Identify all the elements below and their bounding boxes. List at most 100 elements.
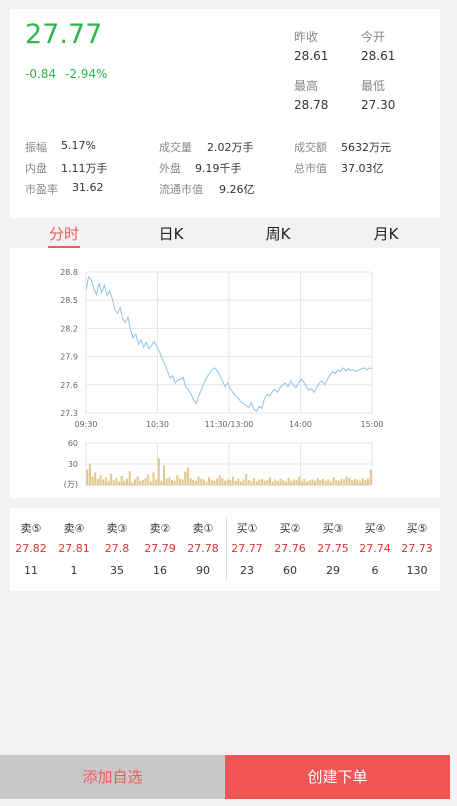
tab-daily-k[interactable]: 日K: [131, 222, 211, 246]
buy2-vol: 60: [283, 564, 297, 577]
volume-bar: [351, 480, 354, 485]
volume-bar: [359, 480, 362, 485]
buy2-label: 买②: [279, 522, 301, 535]
volume-bar: [165, 478, 168, 485]
price-tick-label: 27.3: [60, 409, 78, 418]
open-label: 今开: [361, 30, 386, 44]
volume-bar: [192, 480, 195, 485]
volume-bar: [136, 476, 139, 485]
volume-bar: [261, 478, 264, 485]
float-cap-label: 流通市值: [159, 183, 203, 196]
volume-bar: [123, 480, 126, 485]
low-label: 最低: [361, 79, 386, 93]
volume-bar: [181, 479, 184, 485]
buy4-vol: 6: [371, 564, 379, 577]
volume-bar: [242, 479, 245, 485]
volume-bar: [369, 469, 372, 485]
volume-bar: [221, 478, 224, 485]
volume-bar: [290, 480, 293, 485]
volume-bar: [332, 477, 335, 485]
volume-bar: [126, 478, 128, 485]
quote-card: 27.77 -0.84 -2.94% 昨收 28.61 今开 28.61 最高 …: [10, 9, 440, 218]
high-label: 最高: [294, 79, 319, 93]
buy1-price: 27.77: [231, 542, 263, 555]
buy5-vol: 130: [406, 564, 428, 577]
buy3-price: 27.75: [317, 542, 349, 555]
turnover-label: 成交额: [294, 141, 327, 154]
tab-weekly-k[interactable]: 周K: [238, 222, 318, 246]
intraday-chart: 28.8 28.5 28.2 27.9 27.6 27.3 09:30 10:30 11:30…: [60, 268, 383, 489]
volume-bar: [266, 480, 269, 485]
sell2-price: 27.79: [144, 542, 176, 555]
sell3-label: 卖③: [106, 522, 128, 535]
volume-bar: [247, 480, 250, 485]
volume-bar: [253, 478, 256, 485]
volume-bar: [163, 465, 166, 485]
volume-bar: [141, 480, 144, 485]
volume-bar: [218, 475, 221, 485]
volume-bar: [184, 471, 187, 485]
create-order-button[interactable]: 创建下单: [225, 755, 450, 799]
pe-label: 市盈率: [25, 183, 58, 196]
volume-bar: [322, 478, 324, 485]
volume-bar: [110, 473, 113, 485]
volume-bar: [284, 481, 287, 485]
high-value: 28.78: [294, 98, 329, 112]
volume-tick-label: 30: [68, 460, 78, 469]
volume-bar: [335, 480, 338, 485]
chart-tabs: 分时 日K 周K 月K: [0, 222, 457, 248]
sell5-price: 27.82: [15, 542, 47, 555]
volume-bar: [134, 479, 136, 485]
volume-bar: [202, 479, 205, 485]
time-tick-label: 10:30: [146, 420, 169, 429]
buy5-price: 27.73: [401, 542, 433, 555]
tab-intraday[interactable]: 分时: [24, 222, 104, 246]
volume-bar: [343, 479, 346, 485]
volume-bar: [197, 476, 200, 485]
volume-bar: [311, 479, 314, 485]
volume-bar: [200, 478, 203, 485]
volume-bar: [189, 478, 192, 485]
volume-bar: [208, 477, 211, 485]
time-tick-label: 15:00: [360, 420, 383, 429]
volume-bar: [91, 476, 94, 485]
buy1-label: 买①: [236, 522, 258, 535]
volume-bar: [160, 480, 163, 485]
amplitude-label: 振幅: [25, 141, 47, 154]
volume-bar: [171, 480, 173, 485]
sell2-vol: 16: [153, 564, 167, 577]
tab-monthly-k[interactable]: 月K: [346, 222, 426, 246]
volume-bar: [292, 479, 295, 485]
add-to-watchlist-button[interactable]: 添加自选: [0, 755, 225, 799]
volume-label: 成交量: [159, 141, 192, 154]
volume-bar: [152, 472, 155, 485]
volume-bar: [147, 474, 150, 485]
volume-bar: [155, 479, 158, 485]
sell5-label: 卖⑤: [20, 522, 42, 535]
volume-bar: [263, 480, 266, 485]
volume-bar: [271, 481, 274, 485]
prev-close-value: 28.61: [294, 49, 329, 63]
sell2-label: 卖②: [149, 522, 171, 535]
volume-bar: [345, 476, 348, 485]
volume-bar: [94, 472, 97, 485]
current-price: 27.77: [25, 19, 103, 50]
volume-bar: [104, 477, 107, 485]
volume-bar: [144, 478, 147, 485]
volume-bar: [186, 467, 189, 485]
volume-bar: [149, 481, 152, 485]
prev-close-label: 昨收: [294, 30, 319, 44]
volume-bar: [353, 478, 356, 485]
volume-bar: [99, 475, 102, 485]
volume-bar: [324, 480, 327, 485]
volume-bar: [367, 478, 369, 485]
order-book: 卖⑤ 27.82 11 卖④ 27.81 1 卖③ 27.8 35 卖② 27.…: [10, 508, 440, 591]
volume-bar: [303, 478, 306, 485]
market-cap-label: 总市值: [294, 162, 327, 175]
volume-bar: [213, 480, 216, 485]
volume-bar: [112, 480, 115, 485]
volume-bar: [361, 478, 364, 485]
volume-bar: [157, 458, 160, 485]
price-change: -0.84: [25, 67, 57, 81]
volume-bar: [269, 477, 271, 485]
